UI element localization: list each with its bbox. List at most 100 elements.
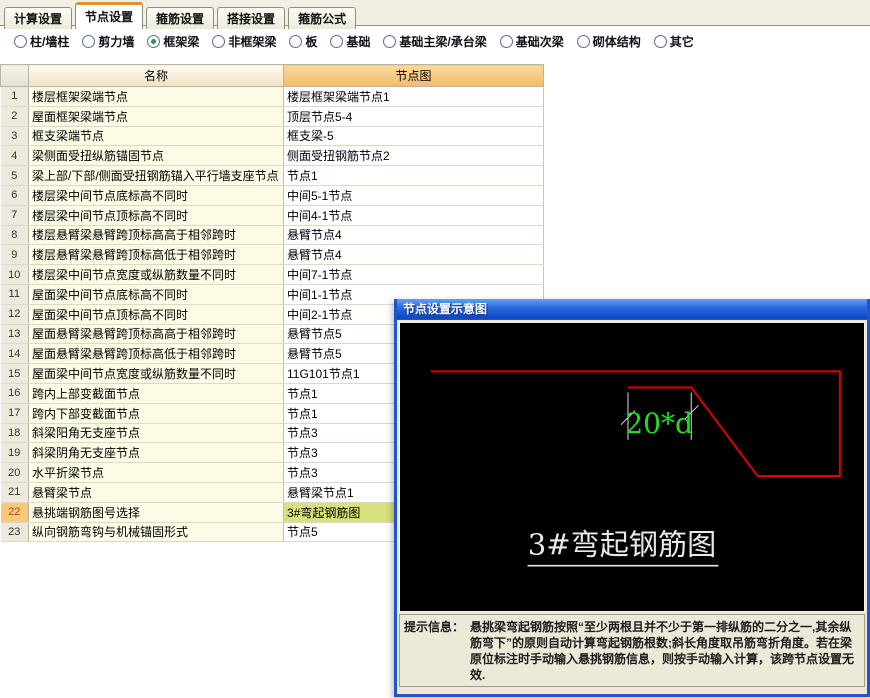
radio-icon	[14, 34, 27, 48]
row-name-cell[interactable]: 楼层悬臂梁悬臂跨顶标高低于相邻跨时	[28, 244, 284, 266]
row-number[interactable]: 8	[0, 225, 29, 246]
row-number[interactable]: 21	[0, 482, 29, 503]
window-titlebar[interactable]: 节点设置示意图	[397, 299, 867, 320]
radio-icon	[289, 34, 303, 48]
row-name-cell[interactable]: 屋面框架梁端节点	[28, 106, 284, 127]
radio-category-3[interactable]: 框架梁	[147, 33, 199, 50]
tab-3[interactable]: 箍筋设置	[146, 7, 215, 29]
radio-category-4[interactable]: 非框架梁	[212, 33, 276, 50]
radio-label: 框架梁	[163, 34, 200, 49]
row-number[interactable]: 13	[0, 324, 29, 345]
row-number[interactable]: 1	[0, 86, 29, 107]
radio-category-7[interactable]: 基础主梁/承台梁	[383, 33, 487, 50]
column-header-index	[0, 64, 29, 87]
row-name-cell[interactable]: 斜梁阴角无支座节点	[28, 442, 284, 464]
row-name-cell[interactable]: 屋面悬臂梁悬臂跨顶标高低于相邻跨时	[28, 343, 284, 365]
radio-icon	[499, 34, 513, 48]
row-number[interactable]: 11	[0, 284, 29, 305]
hint-panel: 提示信息： 悬挑梁弯起钢筋按照“至少两根且并不少于第一排纵筋的二分之一,其余纵筋…	[399, 614, 865, 687]
window-title: 节点设置示意图	[403, 302, 488, 316]
row-diagram-cell[interactable]: 悬臂节点4	[283, 244, 544, 266]
radio-icon	[82, 34, 96, 48]
row-number[interactable]: 18	[0, 423, 29, 444]
radio-label: 非框架梁	[228, 34, 277, 49]
table-row: 9 楼层悬臂梁悬臂跨顶标高低于相邻跨时 悬臂节点4	[0, 244, 544, 266]
row-name-cell[interactable]: 纵向钢筋弯钩与机械锚固形式	[28, 522, 284, 543]
row-name-cell[interactable]: 梁上部/下部/侧面受扭钢筋锚入平行墙支座节点	[28, 165, 284, 186]
row-name-cell[interactable]: 屋面梁中间节点底标高不同时	[28, 284, 284, 305]
row-name-cell[interactable]: 悬挑端钢筋图号选择	[28, 502, 284, 523]
radio-label: 其它	[669, 34, 694, 49]
row-number[interactable]: 16	[0, 383, 29, 404]
table-row: 2 屋面框架梁端节点 顶层节点5-4	[0, 106, 544, 127]
row-number[interactable]: 5	[0, 165, 29, 186]
row-number[interactable]: 7	[0, 205, 29, 226]
row-name-cell[interactable]: 楼层框架梁端节点	[28, 86, 284, 107]
row-name-cell[interactable]: 楼层梁中间节点底标高不同时	[28, 185, 284, 206]
row-number[interactable]: 12	[0, 304, 29, 325]
row-number[interactable]: 10	[0, 264, 29, 285]
hint-text: 悬挑梁弯起钢筋按照“至少两根且并不少于第一排纵筋的二分之一,其余纵筋弯下”的原则…	[470, 620, 855, 682]
row-number[interactable]: 2	[0, 106, 29, 127]
radio-icon	[147, 34, 161, 48]
row-name-cell[interactable]: 屋面梁中间节点宽度或纵筋数量不同时	[28, 363, 284, 384]
radio-category-6[interactable]: 基础	[330, 33, 370, 50]
row-diagram-cell[interactable]: 框支梁-5	[283, 126, 544, 147]
row-number[interactable]: 22	[0, 502, 29, 523]
row-number[interactable]: 4	[0, 145, 29, 167]
row-diagram-cell[interactable]: 悬臂节点4	[283, 225, 544, 246]
row-name-cell[interactable]: 水平折梁节点	[28, 462, 284, 483]
dimension-label: 20*d	[625, 407, 693, 440]
tab-1[interactable]: 计算设置	[4, 7, 73, 29]
row-number[interactable]: 14	[0, 343, 29, 365]
table-row: 5 梁上部/下部/侧面受扭钢筋锚入平行墙支座节点 节点1	[0, 165, 544, 186]
radio-label: 柱/墙柱	[30, 34, 70, 49]
column-header-name: 名称	[28, 64, 284, 87]
row-name-cell[interactable]: 楼层梁中间节点顶标高不同时	[28, 205, 284, 226]
rebar-diagram: 20*d 3#弯起钢筋图	[431, 370, 841, 567]
row-number[interactable]: 20	[0, 462, 29, 483]
row-number[interactable]: 3	[0, 126, 29, 147]
tab-5[interactable]: 箍筋公式	[288, 7, 357, 29]
row-name-cell[interactable]: 跨内下部变截面节点	[28, 403, 284, 424]
row-number[interactable]: 15	[0, 363, 29, 384]
row-name-cell[interactable]: 楼层悬臂梁悬臂跨顶标高高于相邻跨时	[28, 225, 284, 246]
row-number[interactable]: 17	[0, 403, 29, 424]
row-name-cell[interactable]: 梁侧面受扭纵筋锚固节点	[28, 145, 284, 167]
table-row: 3 框支梁端节点 框支梁-5	[0, 126, 544, 147]
row-name-cell[interactable]: 楼层梁中间节点宽度或纵筋数量不同时	[28, 264, 284, 285]
radio-category-9[interactable]: 砌体结构	[576, 33, 641, 50]
radio-category-1[interactable]: 柱/墙柱	[14, 33, 69, 50]
radio-category-2[interactable]: 剪力墙	[82, 33, 134, 50]
node-diagram-window: 节点设置示意图 20*d 3#弯起钢筋图 提示信息： 悬挑梁弯起钢筋按照“至少两…	[394, 299, 870, 697]
row-number[interactable]: 23	[0, 522, 29, 543]
radio-category-10[interactable]: 其它	[653, 33, 694, 50]
tab-bar: 计算设置 节点设置 箍筋设置 搭接设置 箍筋公式	[0, 0, 870, 29]
row-diagram-cell[interactable]: 中间5-1节点	[283, 185, 544, 206]
row-diagram-cell[interactable]: 顶层节点5-4	[283, 106, 544, 127]
tab-4[interactable]: 搭接设置	[217, 7, 286, 29]
row-name-cell[interactable]: 框支梁端节点	[28, 126, 284, 147]
row-diagram-cell[interactable]: 侧面受扭钢筋节点2	[283, 145, 544, 167]
radio-icon	[330, 34, 344, 48]
row-name-cell[interactable]: 屋面悬臂梁悬臂跨顶标高高于相邻跨时	[28, 324, 284, 345]
row-diagram-cell[interactable]: 节点1	[283, 165, 544, 186]
row-name-cell[interactable]: 屋面梁中间节点顶标高不同时	[28, 304, 284, 325]
row-name-cell[interactable]: 跨内上部变截面节点	[28, 383, 284, 404]
diagram-caption: 3#弯起钢筋图	[528, 528, 717, 562]
table-row: 1 楼层框架梁端节点 楼层框架梁端节点1	[0, 86, 544, 107]
tab-2[interactable]: 节点设置	[75, 2, 144, 29]
radio-category-8[interactable]: 基础次梁	[499, 33, 564, 50]
row-diagram-cell[interactable]: 中间4-1节点	[283, 205, 544, 226]
row-name-cell[interactable]: 悬臂梁节点	[28, 482, 284, 503]
row-name-cell[interactable]: 斜梁阳角无支座节点	[28, 423, 284, 444]
row-number[interactable]: 19	[0, 442, 29, 464]
row-diagram-cell[interactable]: 楼层框架梁端节点1	[283, 86, 544, 107]
radio-dot-icon	[151, 38, 157, 44]
row-number[interactable]: 6	[0, 185, 29, 206]
hint-label: 提示信息：	[404, 620, 465, 634]
radio-category-5[interactable]: 板	[289, 33, 317, 50]
row-diagram-cell[interactable]: 中间7-1节点	[283, 264, 544, 285]
radio-icon	[653, 34, 667, 48]
row-number[interactable]: 9	[0, 244, 29, 266]
